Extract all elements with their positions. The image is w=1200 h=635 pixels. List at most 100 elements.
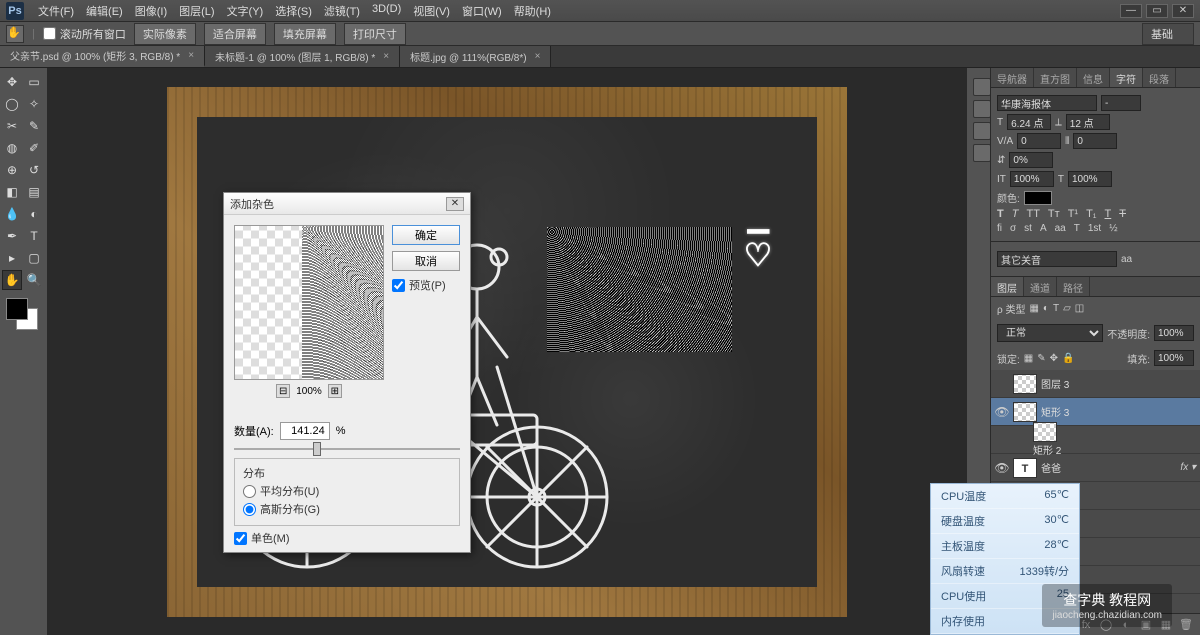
zoom-tool[interactable]: 🔍	[24, 270, 44, 290]
brush-tool[interactable]: ✐	[24, 138, 44, 158]
menu-item[interactable]: 编辑(E)	[80, 3, 129, 19]
fit-screen-btn[interactable]: 适合屏幕	[204, 23, 266, 45]
document-tab[interactable]: 未标题-1 @ 100% (图层 1, RGB/8) *×	[205, 46, 400, 67]
close-button[interactable]: ✕	[1172, 4, 1194, 18]
minimize-button[interactable]: —	[1120, 4, 1142, 18]
kerning-input[interactable]	[1017, 133, 1061, 149]
lock-pixels-icon[interactable]: ✎	[1037, 353, 1045, 364]
wand-tool[interactable]: ✧	[24, 94, 44, 114]
gradient-tool[interactable]: ▤	[24, 182, 44, 202]
fill-input[interactable]	[1154, 350, 1194, 366]
panel-tab[interactable]: 图层	[991, 277, 1024, 296]
zoom-out-button[interactable]: ⊟	[276, 384, 290, 398]
document-tab[interactable]: 父亲节.psd @ 100% (矩形 3, RGB/8) *×	[0, 46, 205, 67]
panel-tab[interactable]: 路径	[1057, 277, 1090, 296]
filter-shape-icon[interactable]: ▱	[1063, 303, 1071, 314]
layer-row[interactable]: 图层 3	[991, 370, 1200, 398]
dialog-titlebar[interactable]: 添加杂色 ✕	[224, 193, 470, 215]
hand-tool[interactable]: ✋	[2, 270, 22, 290]
tab-close-icon[interactable]: ×	[535, 51, 541, 62]
layer-row[interactable]: 矩形 2	[991, 426, 1200, 454]
menu-item[interactable]: 视图(V)	[407, 3, 456, 19]
filter-adjust-icon[interactable]: ◐	[1043, 303, 1049, 314]
tab-close-icon[interactable]: ×	[383, 51, 389, 62]
marquee-tool[interactable]: ▭	[24, 72, 44, 92]
maximize-button[interactable]: ▭	[1146, 4, 1168, 18]
visibility-toggle[interactable]	[995, 377, 1009, 391]
path-select-tool[interactable]: ▸	[2, 248, 22, 268]
panel-tab[interactable]: 导航器	[991, 68, 1034, 87]
crop-tool[interactable]: ✂	[2, 116, 22, 136]
menu-item[interactable]: 图层(L)	[173, 3, 220, 19]
scroll-all-check[interactable]: 滚动所有窗口	[43, 26, 126, 42]
stamp-tool[interactable]: ⊕	[2, 160, 22, 180]
allcaps-icon[interactable]: TT	[1026, 208, 1039, 220]
eyedropper-tool[interactable]: ✎	[24, 116, 44, 136]
preview-checkbox[interactable]: 预览(P)	[392, 277, 460, 293]
font-style-select[interactable]	[1101, 95, 1141, 111]
lock-all-icon[interactable]: 🔒	[1062, 353, 1074, 364]
leading-input[interactable]	[1066, 114, 1110, 130]
tab-close-icon[interactable]: ×	[188, 50, 194, 61]
delete-layer-icon[interactable]: 🗑	[1178, 617, 1194, 633]
lock-trans-icon[interactable]: ▦	[1024, 353, 1033, 364]
bold-icon[interactable]: T	[997, 208, 1004, 220]
filter-type-icon[interactable]: T	[1053, 303, 1059, 314]
canvas-area[interactable]: I♡ 添加杂色 ✕ ⊟ 100% ⊞ 确定 取消	[48, 68, 966, 635]
menu-item[interactable]: 帮助(H)	[508, 3, 557, 19]
text-color-swatch[interactable]	[1024, 191, 1052, 205]
menu-item[interactable]: 图像(I)	[129, 3, 173, 19]
menu-item[interactable]: 3D(D)	[366, 3, 407, 19]
visibility-toggle[interactable]: 👁	[995, 405, 1009, 419]
menu-item[interactable]: 文件(F)	[32, 3, 80, 19]
panel-tab[interactable]: 字符	[1110, 68, 1143, 87]
fill-screen-btn[interactable]: 填充屏幕	[274, 23, 336, 45]
dialog-preview[interactable]	[234, 225, 384, 380]
filter-pixel-icon[interactable]: ▦	[1029, 303, 1038, 314]
monochromatic-checkbox[interactable]: 单色(M)	[234, 530, 460, 546]
lock-pos-icon[interactable]: ✥	[1050, 353, 1058, 364]
font-size-input[interactable]	[1007, 114, 1051, 130]
gaussian-radio[interactable]: 高斯分布(G)	[243, 501, 451, 517]
menu-item[interactable]: 文字(Y)	[221, 3, 270, 19]
swatches-icon[interactable]	[973, 100, 991, 118]
type-tool[interactable]: T	[24, 226, 44, 246]
ok-button[interactable]: 确定	[392, 225, 460, 245]
panel-tab[interactable]: 段落	[1143, 68, 1176, 87]
uniform-radio[interactable]: 平均分布(U)	[243, 483, 451, 499]
pen-tool[interactable]: ✒	[2, 226, 22, 246]
amount-input[interactable]	[280, 422, 330, 440]
filter-smart-icon[interactable]: ◫	[1075, 303, 1084, 314]
subscript-icon[interactable]: T₁	[1086, 208, 1096, 220]
zoom-in-button[interactable]: ⊞	[328, 384, 342, 398]
tracking-input[interactable]	[1073, 133, 1117, 149]
amount-slider[interactable]	[234, 448, 460, 450]
shape-tool[interactable]: ▢	[24, 248, 44, 268]
eraser-tool[interactable]: ◧	[2, 182, 22, 202]
history-brush-tool[interactable]: ↺	[24, 160, 44, 180]
document-tab[interactable]: 标题.jpg @ 111%(RGB/8*)×	[400, 46, 551, 67]
strike-icon[interactable]: T	[1119, 208, 1126, 220]
dialog-close-button[interactable]: ✕	[446, 197, 464, 211]
menu-item[interactable]: 窗口(W)	[456, 3, 508, 19]
italic-icon[interactable]: T	[1012, 208, 1019, 220]
panel-tab[interactable]: 信息	[1077, 68, 1110, 87]
move-tool[interactable]: ✥	[2, 72, 22, 92]
fg-color-swatch[interactable]	[6, 298, 28, 320]
menu-item[interactable]: 选择(S)	[269, 3, 318, 19]
heal-tool[interactable]: ◍	[2, 138, 22, 158]
hscale-input[interactable]	[1068, 171, 1112, 187]
color-icon[interactable]	[973, 78, 991, 96]
font-family-select[interactable]	[997, 95, 1097, 111]
styles-icon[interactable]	[973, 122, 991, 140]
menu-item[interactable]: 滤镜(T)	[318, 3, 366, 19]
workspace-switcher[interactable]: 基础	[1142, 23, 1194, 45]
color-swatches[interactable]	[6, 298, 38, 330]
baseline-input[interactable]	[1009, 152, 1053, 168]
visibility-toggle[interactable]: 👁	[995, 461, 1009, 475]
smallcaps-icon[interactable]: Tᴛ	[1048, 208, 1060, 220]
superscript-icon[interactable]: T¹	[1068, 208, 1078, 220]
layer-row[interactable]: 👁T爸爸fx ▾	[991, 454, 1200, 482]
lasso-tool[interactable]: ◯	[2, 94, 22, 114]
opacity-input[interactable]	[1154, 325, 1194, 341]
